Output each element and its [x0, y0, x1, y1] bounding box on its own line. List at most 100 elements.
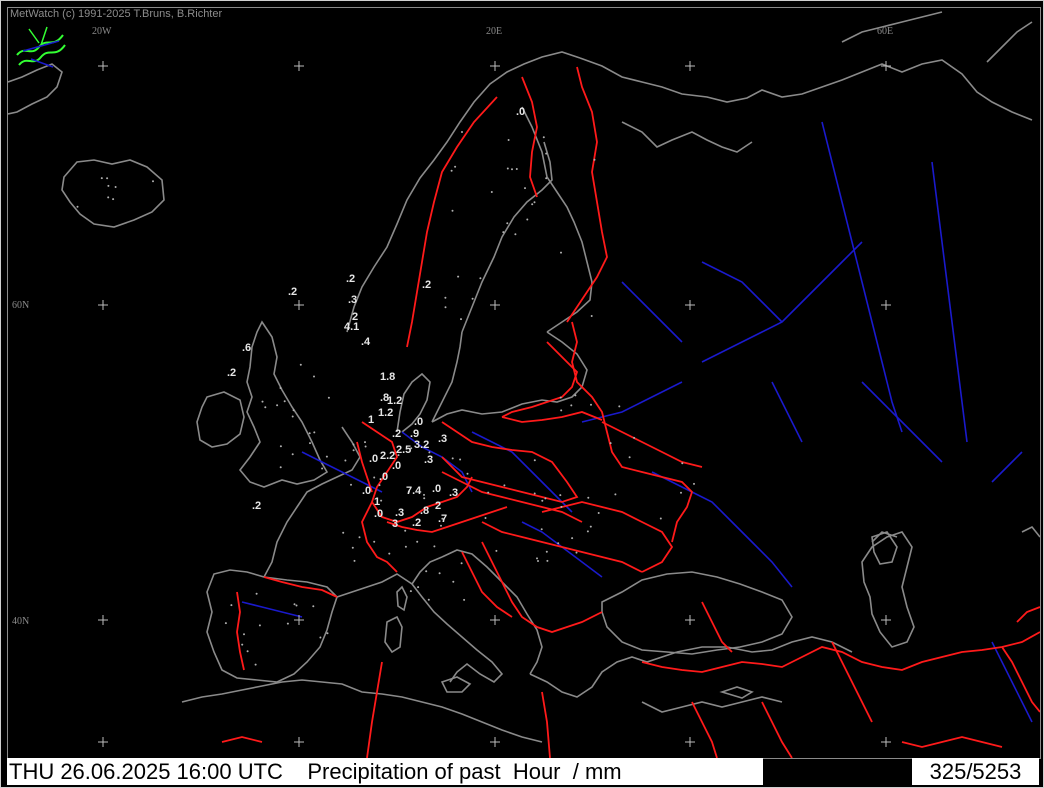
map-window: 20W 20E 60E 60N 40N .0 .2 .2 .3 2 4.1.4 .2 .6 .2… — [0, 0, 1044, 788]
precip-value: .0 — [369, 453, 378, 465]
station-dot — [457, 275, 460, 278]
station-dot — [254, 663, 257, 666]
precip-value: .0 — [414, 416, 423, 428]
station-dot — [586, 530, 589, 533]
station-dot — [100, 177, 103, 180]
precip-value: 7.4 — [406, 485, 422, 497]
station-dot — [503, 484, 506, 487]
station-dot — [574, 394, 577, 397]
station-dot — [479, 277, 482, 280]
station-dot — [76, 205, 79, 208]
station-dot — [633, 436, 636, 439]
station-dot — [353, 559, 356, 562]
precip-value: .2 — [227, 367, 236, 379]
label-60e: 60E — [877, 26, 893, 37]
station-dot — [373, 476, 376, 479]
station-dot — [537, 560, 539, 562]
precip-value: .3 — [449, 487, 458, 499]
station-dot — [541, 499, 544, 502]
precip-value: .2 — [412, 517, 421, 529]
station-dot — [261, 400, 264, 403]
station-dot — [152, 180, 154, 183]
precip-value: .7 — [438, 513, 447, 525]
station-dot — [463, 598, 466, 601]
station-dot — [560, 505, 563, 508]
station-dot — [628, 456, 631, 459]
precip-value: .8 — [420, 505, 429, 517]
station-dot — [344, 459, 347, 462]
station-dot — [112, 198, 115, 201]
station-dot — [246, 650, 249, 653]
station-dot — [451, 209, 454, 212]
station-dot — [511, 168, 513, 171]
station-dot — [404, 529, 407, 532]
graticule-cross — [490, 61, 500, 71]
station-dot — [506, 222, 509, 225]
station-dot — [659, 517, 662, 520]
graticule-cross — [98, 61, 108, 71]
station-dot — [559, 494, 562, 497]
station-dot — [276, 404, 279, 407]
precip-value: 1.2 — [378, 407, 393, 419]
precip-value: .2 — [346, 273, 355, 285]
station-dot — [450, 169, 453, 172]
station-dot — [106, 177, 109, 180]
station-dot — [416, 540, 419, 543]
station-dot — [461, 131, 463, 133]
graticule-cross — [98, 737, 108, 747]
europe-map[interactable]: 20W 20E 60E 60N 40N .0 .2 .2 .3 2 4.1.4 .2 .6 .2… — [8, 8, 1040, 758]
station-dot — [313, 375, 315, 378]
graticule-cross — [685, 61, 695, 71]
status-footer: THU 26.06.2025 16:00 UTC Precipitation o… — [7, 758, 1039, 785]
graticule-cross — [881, 737, 891, 747]
graticule-cross — [490, 737, 500, 747]
station-dot — [308, 432, 311, 435]
precip-value: .4 — [361, 336, 371, 348]
station-dot — [506, 167, 509, 170]
station-dot — [545, 177, 548, 180]
graticule-cross — [98, 615, 108, 625]
precip-value: .0 — [516, 106, 525, 118]
graticule — [98, 61, 891, 747]
station-dot — [264, 406, 267, 409]
product-title: THU 26.06.2025 16:00 UTC Precipitation o… — [7, 758, 763, 785]
station-dot — [536, 557, 538, 560]
map-canvas[interactable]: 20W 20E 60E 60N 40N .0 .2 .2 .3 2 4.1.4 .2 .6 .2… — [7, 7, 1041, 759]
station-dot — [255, 592, 258, 595]
station-dot — [681, 462, 684, 465]
station-dot — [440, 524, 442, 527]
station-dot — [309, 442, 311, 445]
station-dot — [533, 459, 536, 462]
precip-value: 3.2 — [414, 439, 429, 451]
station-dot — [114, 186, 117, 188]
station-dot — [291, 453, 294, 456]
station-dot — [507, 139, 510, 141]
station-dot — [380, 499, 383, 502]
station-dot — [326, 632, 329, 635]
station-dot — [487, 491, 490, 494]
station-dot — [319, 636, 322, 639]
graticule-cross — [685, 737, 695, 747]
station-dot — [425, 570, 428, 573]
station-dot — [526, 218, 529, 221]
label-20w: 20W — [92, 26, 112, 37]
label-60n: 60N — [12, 300, 29, 311]
station-dot — [279, 387, 282, 389]
station-dot — [531, 203, 534, 206]
station-dot — [557, 542, 560, 545]
station-dot — [460, 318, 462, 321]
station-dot — [618, 405, 621, 408]
station-dot — [378, 484, 381, 487]
station-dot — [466, 472, 469, 475]
graticule-cross — [685, 615, 695, 625]
graticule-cross — [685, 300, 695, 310]
station-dot — [427, 598, 430, 601]
station-dot — [444, 296, 447, 299]
graticule-cross — [294, 737, 304, 747]
station-dot — [286, 622, 289, 625]
station-dot — [364, 441, 366, 444]
station-dot — [515, 168, 518, 170]
precip-value: .2 — [252, 500, 261, 512]
station-dot — [107, 184, 110, 187]
station-dot — [559, 396, 562, 399]
